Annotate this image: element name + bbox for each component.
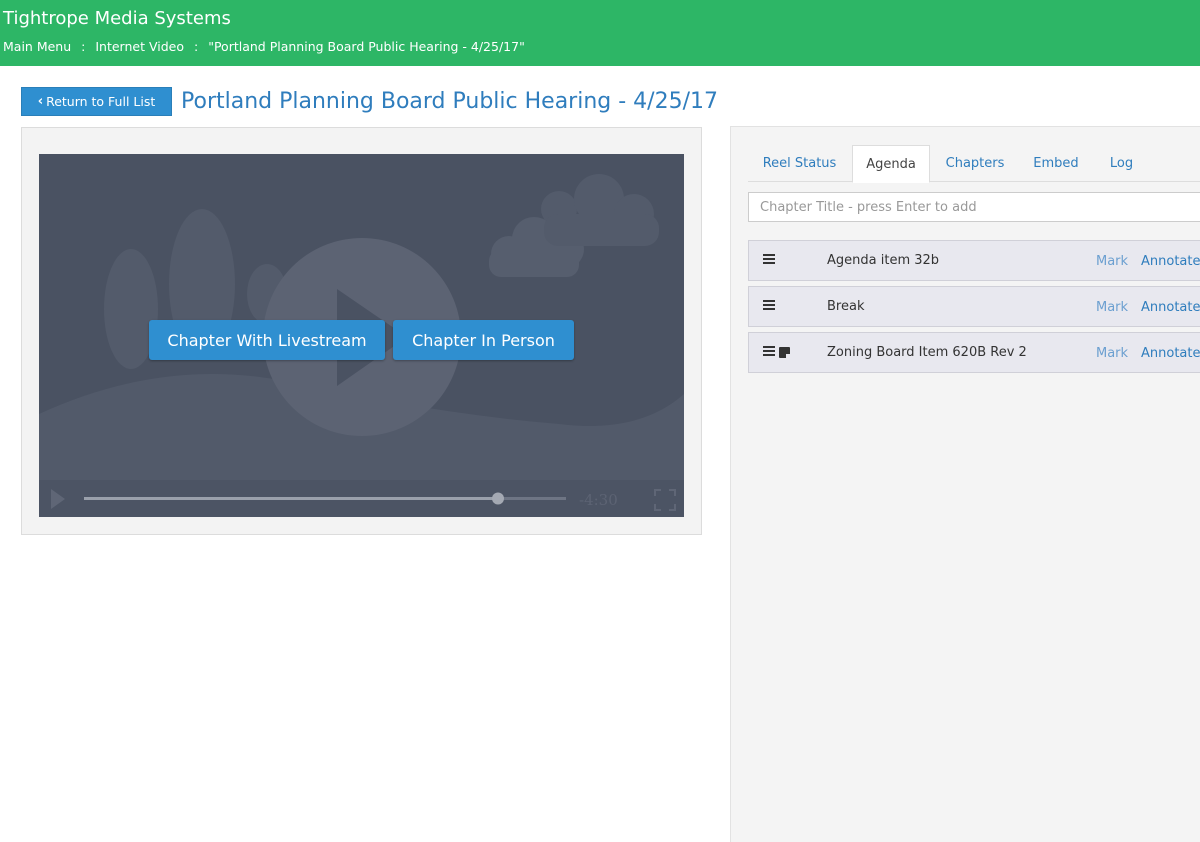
breadcrumb-internet-video[interactable]: Internet Video xyxy=(95,39,184,54)
agenda-item-label: Break xyxy=(827,299,864,314)
breadcrumb-current-video: "Portland Planning Board Public Hearing … xyxy=(208,39,525,54)
annotate-button[interactable]: Annotate xyxy=(1141,300,1200,315)
tab-chapters[interactable]: Chapters xyxy=(931,145,1019,182)
return-to-list-label: Return to Full List xyxy=(46,94,155,109)
annotate-button[interactable]: Annotate xyxy=(1141,346,1200,361)
page-title: Portland Planning Board Public Hearing -… xyxy=(181,89,718,114)
scrubber-handle xyxy=(492,493,504,505)
chapter-title-input[interactable] xyxy=(748,192,1200,222)
tab-log[interactable]: Log xyxy=(1093,145,1150,182)
chevron-left-icon: ‹ xyxy=(38,94,43,109)
agenda-row[interactable]: Break Mark Annotate xyxy=(748,286,1200,327)
breadcrumb-separator: : xyxy=(194,39,198,54)
drag-handle-icon[interactable] xyxy=(763,254,775,266)
tab-agenda[interactable]: Agenda xyxy=(852,145,930,183)
agenda-panel xyxy=(730,126,1200,842)
agenda-item-label: Zoning Board Item 620B Rev 2 xyxy=(827,345,1027,360)
breadcrumb-separator: : xyxy=(81,39,85,54)
annotate-button[interactable]: Annotate xyxy=(1141,254,1200,269)
agenda-row[interactable]: Agenda item 32b Mark Annotate xyxy=(748,240,1200,281)
chapter-in-person-button[interactable]: Chapter In Person xyxy=(393,320,574,360)
agenda-item-label: Agenda item 32b xyxy=(827,253,939,268)
breadcrumb: Main Menu : Internet Video : "Portland P… xyxy=(3,39,525,54)
tab-bar: Reel Status Agenda Chapters Embed Log xyxy=(748,145,1200,182)
top-bar: Tightrope Media Systems Main Menu : Inte… xyxy=(0,0,1200,66)
app-title: Tightrope Media Systems xyxy=(3,8,231,29)
note-icon xyxy=(779,347,790,358)
progress-fill xyxy=(84,497,498,500)
drag-handle-icon[interactable] xyxy=(763,346,775,358)
mark-button[interactable]: Mark xyxy=(1096,300,1128,315)
tab-reel-status[interactable]: Reel Status xyxy=(748,145,851,182)
breadcrumb-main-menu[interactable]: Main Menu xyxy=(3,39,71,54)
drag-handle-icon[interactable] xyxy=(763,300,775,312)
mark-button[interactable]: Mark xyxy=(1096,346,1128,361)
chapter-with-livestream-button[interactable]: Chapter With Livestream xyxy=(149,320,385,360)
mark-button[interactable]: Mark xyxy=(1096,254,1128,269)
tab-embed[interactable]: Embed xyxy=(1019,145,1093,182)
return-to-list-button[interactable]: ‹ Return to Full List xyxy=(21,87,172,116)
time-remaining: -4:30 xyxy=(579,491,618,509)
agenda-row[interactable]: Zoning Board Item 620B Rev 2 Mark Annota… xyxy=(748,332,1200,373)
